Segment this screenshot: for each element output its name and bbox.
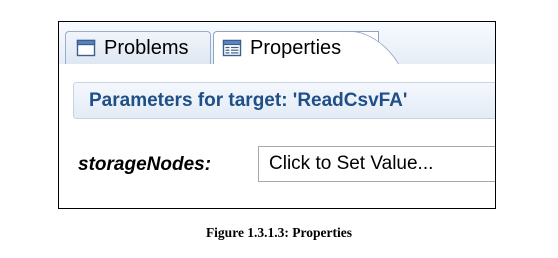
storage-nodes-value-text: Click to Set Value... — [269, 153, 434, 174]
parameters-header-text: Parameters for target: 'ReadCsvFA' — [89, 89, 408, 111]
problems-view-icon — [76, 39, 96, 57]
view-tab-bar: Problems Properties — [59, 22, 495, 65]
tab-problems-label: Problems — [104, 36, 189, 59]
tab-properties[interactable]: Properties — [213, 31, 379, 65]
properties-view-frame: Problems Properties Parameters for targe… — [58, 21, 496, 209]
parameters-header: Parameters for target: 'ReadCsvFA' — [73, 82, 495, 119]
tab-problems[interactable]: Problems — [65, 31, 211, 64]
properties-content: Parameters for target: 'ReadCsvFA' stora… — [59, 64, 495, 208]
figure-caption: Figure 1.3.1.3: Properties — [205, 225, 353, 240]
properties-view-icon — [222, 39, 242, 57]
storage-nodes-value-field[interactable]: Click to Set Value... — [258, 146, 495, 182]
tab-properties-label: Properties — [250, 36, 342, 59]
storage-nodes-label: storageNodes: — [78, 154, 212, 175]
